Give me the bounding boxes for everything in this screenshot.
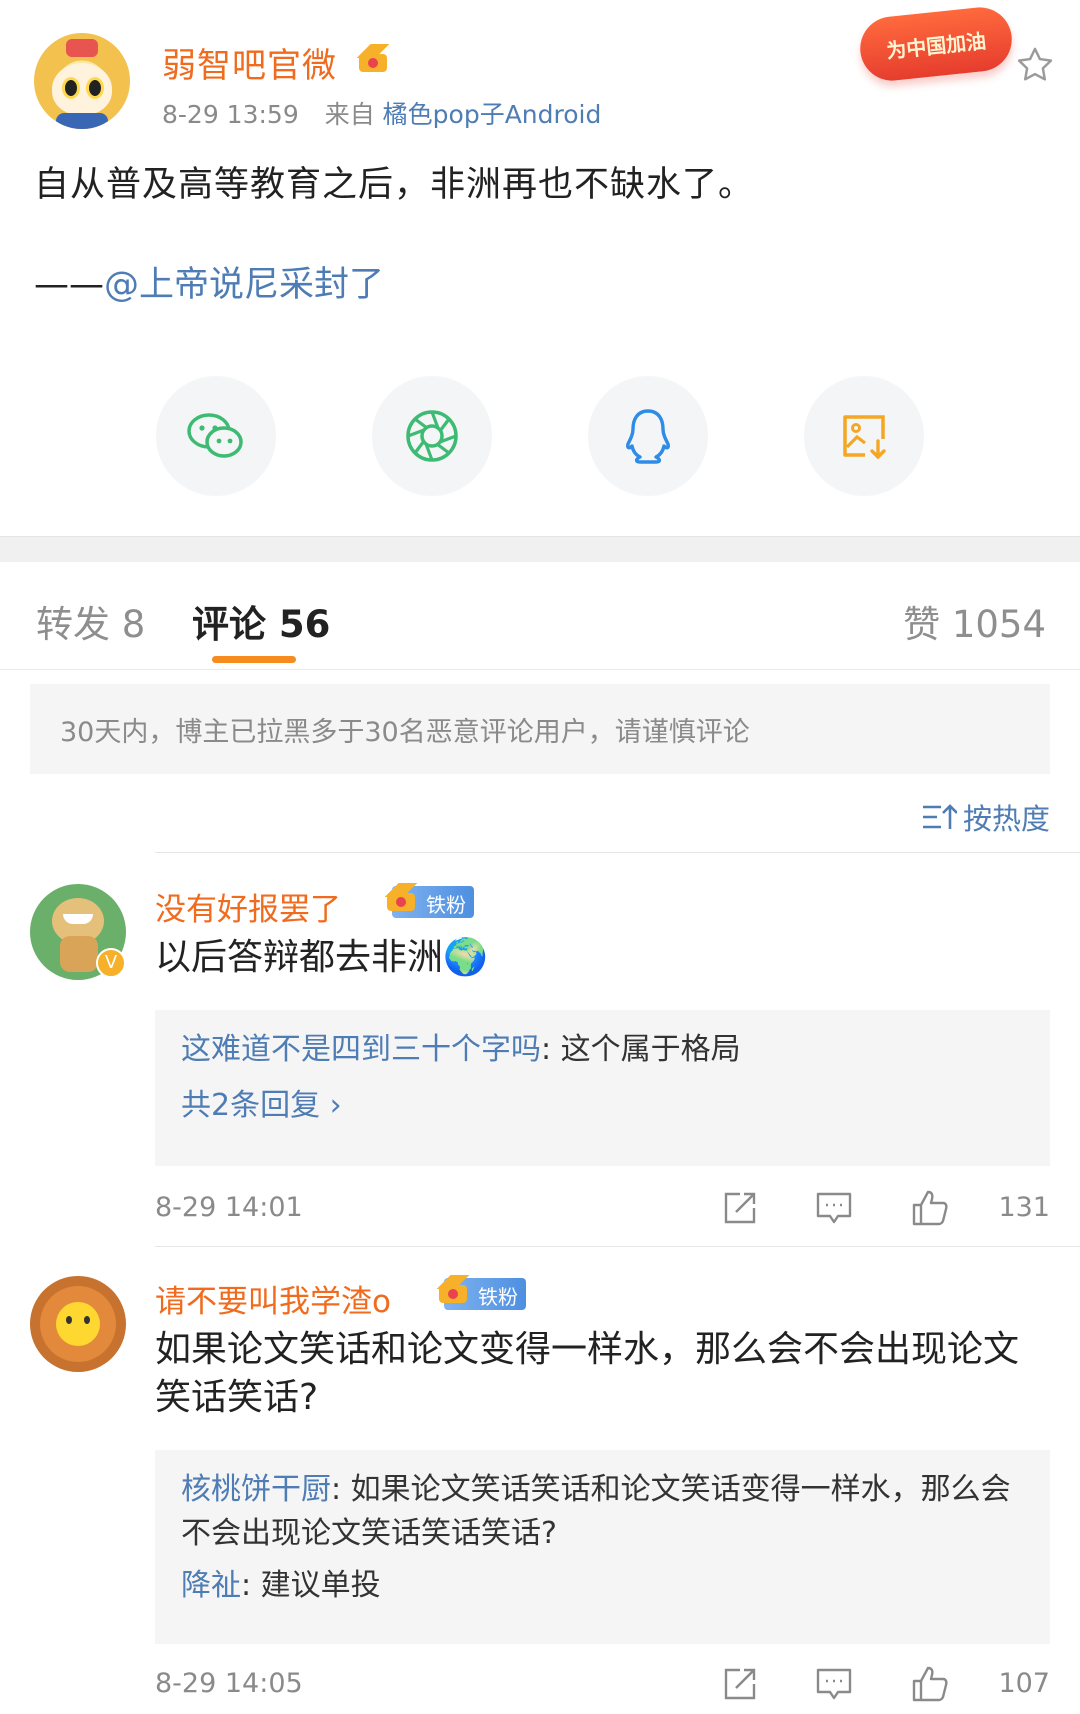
- sort-button[interactable]: 按热度: [921, 796, 1050, 838]
- comment-separator: [155, 852, 1080, 853]
- crown-icon: [356, 44, 390, 74]
- comment-time: 8-29 14:05: [155, 1668, 303, 1699]
- reply-author[interactable]: 核桃饼干厨: [181, 1472, 331, 1507]
- reply-box[interactable]: 这难道不是四到三十个字吗: 这个属于格局 共2条回复 ›: [155, 1010, 1050, 1166]
- reply-author[interactable]: 降祉: [181, 1568, 241, 1603]
- fan-badge-label: 铁粉: [426, 893, 466, 917]
- tab-likes[interactable]: 赞 1054: [903, 594, 1046, 648]
- avatar-bow: [66, 39, 98, 57]
- tab-comments[interactable]: 评论 56: [192, 594, 330, 648]
- detail-tabs: 转发 8 评论 56 赞 1054: [0, 562, 1080, 670]
- share-wechat-button[interactable]: [156, 376, 276, 496]
- reply-item: 降祉: 建议单投: [181, 1564, 1024, 1608]
- wechat-icon: [187, 413, 243, 458]
- post-quote: ——@上帝说尼采封了: [34, 256, 384, 307]
- comment-icon[interactable]: [814, 1664, 854, 1704]
- quote-dash: ——: [34, 265, 104, 305]
- reply-box[interactable]: 核桃饼干厨: 如果论文笑话笑话和论文笑话变得一样水，那么会不会出现论文笑话笑话笑…: [155, 1450, 1050, 1644]
- author-avatar[interactable]: [34, 33, 130, 129]
- save-image-icon: [843, 415, 886, 460]
- commenter-name[interactable]: 请不要叫我学渣o: [155, 1276, 391, 1321]
- verified-icon: V: [96, 948, 126, 978]
- reply-text: : 这个属于格局: [541, 1032, 741, 1067]
- fan-badge-label: 铁粉: [478, 1285, 518, 1309]
- post-text: 自从普及高等教育之后，非洲再也不缺水了。: [34, 165, 755, 205]
- commenter-avatar[interactable]: [30, 1276, 126, 1372]
- fan-badge: 铁粉: [384, 883, 474, 918]
- cheer-badge[interactable]: 为中国加油: [857, 4, 1015, 84]
- comment-icon[interactable]: [814, 1188, 854, 1228]
- share-moments-button[interactable]: [372, 376, 492, 496]
- share-row: [0, 376, 1080, 496]
- like-icon[interactable]: [910, 1664, 950, 1704]
- avatar-eye: [62, 77, 80, 99]
- avatar-collar: [56, 113, 108, 129]
- comment-text: 以后答辩都去非洲🌍: [155, 937, 488, 978]
- comment-text: 如果论文笑话和论文变得一样水，那么会不会出现论文笑话笑话?: [155, 1329, 1020, 1418]
- like-count: 131: [998, 1192, 1050, 1223]
- sort-icon: [922, 804, 957, 829]
- tab-repost[interactable]: 转发 8: [36, 594, 145, 648]
- repost-icon[interactable]: [720, 1188, 760, 1228]
- crown-icon: [384, 883, 418, 913]
- author-name[interactable]: 弱智吧官微: [162, 38, 337, 87]
- comment-separator: [155, 1246, 1080, 1247]
- post-source[interactable]: 橘色pop子Android: [383, 100, 602, 129]
- tab-indicator: [212, 656, 296, 663]
- star-icon[interactable]: [1014, 44, 1056, 86]
- section-divider: [0, 536, 1080, 562]
- post-meta: 8-29 13:59 来自 橘色pop子Android: [162, 95, 601, 131]
- reply-item: 这难道不是四到三十个字吗: 这个属于格局: [181, 1028, 1024, 1072]
- like-icon[interactable]: [910, 1188, 950, 1228]
- share-qq-button[interactable]: [588, 376, 708, 496]
- comment-time: 8-29 14:01: [155, 1192, 303, 1223]
- moments-icon: [406, 410, 458, 462]
- sort-label: 按热度: [962, 802, 1050, 836]
- repost-icon[interactable]: [720, 1664, 760, 1704]
- post-header: 弱智吧官微 8-29 13:59 来自 橘色pop子Android 为中国加油: [0, 0, 1080, 140]
- comment-footer: 8-29 14:01 131: [155, 1188, 1050, 1228]
- source-prefix: 来自: [324, 100, 375, 129]
- fan-badge: 铁粉: [436, 1275, 526, 1310]
- like-count: 107: [998, 1668, 1050, 1699]
- quote-mention[interactable]: @上帝说尼采封了: [104, 265, 384, 305]
- crown-icon: [436, 1275, 470, 1305]
- reply-item: 核桃饼干厨: 如果论文笑话笑话和论文笑话变得一样水，那么会不会出现论文笑话笑话笑…: [181, 1468, 1024, 1556]
- commenter-name[interactable]: 没有好报罢了: [155, 884, 341, 929]
- post-time: 8-29 13:59: [162, 100, 299, 129]
- comment-notice: 30天内，博主已拉黑多于30名恶意评论用户，请谨慎评论: [30, 684, 1050, 774]
- avatar-eye: [86, 77, 104, 99]
- qq-icon: [626, 409, 670, 464]
- comment-footer: 8-29 14:05 107: [155, 1664, 1050, 1704]
- reply-text: : 建议单投: [241, 1568, 381, 1603]
- share-save-image-button[interactable]: [804, 376, 924, 496]
- more-replies-link[interactable]: 共2条回复 ›: [181, 1084, 1024, 1128]
- reply-author[interactable]: 这难道不是四到三十个字吗: [181, 1032, 541, 1067]
